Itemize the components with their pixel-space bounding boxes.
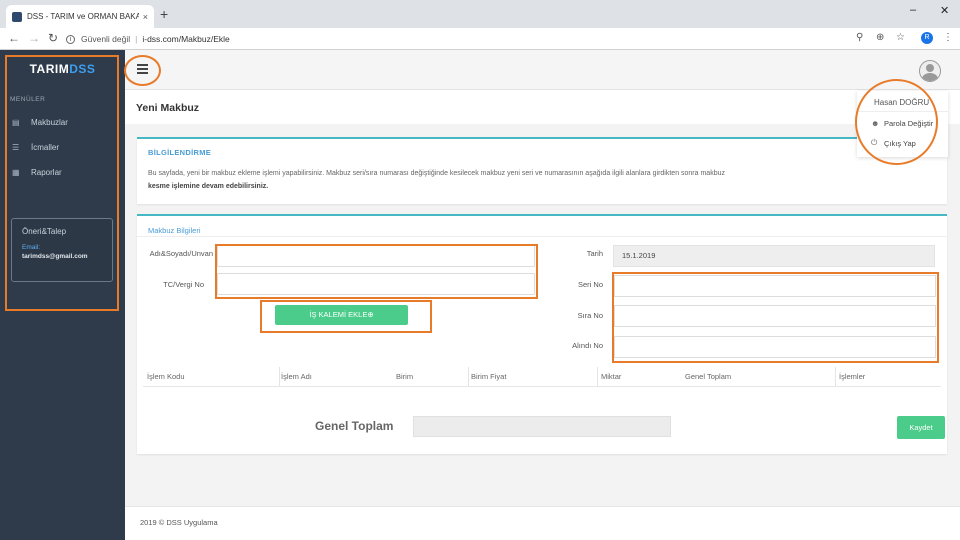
reload-icon[interactable]: ↻ [48, 31, 58, 45]
user-icon: ☻ [871, 119, 880, 128]
sidebar-item-raporlar[interactable]: ▦ Raporlar [12, 168, 62, 177]
order-field[interactable] [614, 305, 936, 327]
feedback-email-label: Email: [22, 244, 41, 251]
column-header[interactable]: İşlem Adı [281, 372, 312, 381]
browser-tab[interactable]: DSS - TARIM ve ORMAN BAKAN × [6, 5, 154, 28]
info-heading: BİLGİLENDİRME [148, 148, 212, 157]
receipt-icon: ▤ [12, 117, 20, 127]
column-header[interactable]: Genel Toplam [685, 372, 731, 381]
divider: | [135, 34, 138, 44]
column-header[interactable]: İşlemler [839, 372, 865, 381]
info-text-body: Bu sayfada, yeni bir makbuz ekleme işlem… [148, 170, 725, 177]
divider [597, 367, 598, 387]
column-header[interactable]: Birim Fiyat [471, 372, 506, 381]
column-header[interactable]: Birim [396, 372, 413, 381]
column-header[interactable]: Miktar [601, 372, 621, 381]
user-avatar-icon[interactable] [919, 60, 941, 82]
tab-close-icon[interactable]: × [143, 12, 148, 22]
sidebar-item-icmaller[interactable]: ☰ İcmaller [12, 143, 59, 152]
browser-toolbar: ← → ↻ i Güvenli değil | i-dss.com/Makbuz… [0, 28, 960, 50]
back-icon[interactable]: ← [8, 31, 20, 45]
brand-part1: TARIM [29, 62, 70, 76]
close-window-icon[interactable]: ✕ [940, 4, 949, 17]
divider [857, 111, 948, 112]
order-label: Sıra No [577, 311, 603, 320]
sidebar-item-makbuzlar[interactable]: ▤ Makbuzlar [12, 118, 68, 127]
info-text: Bu sayfada, yeni bir makbuz ekleme işlem… [148, 167, 808, 193]
serial-label: Seri No [577, 280, 603, 289]
brand-logo[interactable]: TARIMDSS [0, 62, 125, 76]
date-label: Tarih [586, 249, 603, 258]
list-icon: ☰ [12, 142, 20, 152]
user-name: Hasan DOĞRU [874, 98, 930, 107]
name-field[interactable] [217, 245, 535, 267]
date-field: 15.1.2019 [613, 245, 935, 267]
url-text: i-dss.com/Makbuz/Ekle [142, 34, 230, 44]
tax-no-label: TC/Vergi No [163, 280, 204, 289]
page-title: Yeni Makbuz [136, 102, 200, 114]
divider [835, 367, 836, 387]
divider [468, 367, 469, 387]
key-icon[interactable]: ⚲ [856, 32, 863, 43]
save-button[interactable]: Kaydet [897, 416, 945, 439]
serial-field[interactable] [614, 275, 936, 297]
divider [279, 367, 280, 387]
top-header [125, 50, 960, 90]
zoom-icon[interactable]: ⊕ [876, 32, 884, 43]
info-panel: BİLGİLENDİRME Bu sayfada, yeni bir makbu… [137, 137, 947, 204]
column-header[interactable]: İşlem Kodu [147, 372, 185, 381]
sidebar-item-label: Raporlar [31, 168, 62, 177]
name-label: Adı&Soyadı/Unvan [149, 249, 213, 258]
add-item-button[interactable]: İŞ KALEMİ EKLE⊕ [275, 305, 408, 325]
footer [125, 507, 960, 540]
form-heading: Makbuz Bilgileri [148, 226, 201, 235]
security-label: Güvenli değil [81, 34, 131, 44]
change-password-item[interactable]: ☻ Parola Değiştir [871, 119, 933, 128]
tab-title: DSS - TARIM ve ORMAN BAKAN [27, 12, 139, 21]
feedback-box: Öneri&Talep Email: tarimdss@gmail.com [11, 218, 113, 282]
profile-avatar[interactable]: R [921, 32, 933, 44]
received-label: Alındı No [572, 341, 603, 350]
address-bar[interactable]: i Güvenli değil | i-dss.com/Makbuz/Ekle [66, 31, 946, 47]
received-field[interactable] [614, 336, 936, 358]
minimize-icon[interactable]: – [910, 4, 916, 16]
feedback-email[interactable]: tarimdss@gmail.com [22, 253, 102, 260]
info-text-bold: kesme işlemine devam edebilirsiniz. [148, 183, 269, 190]
browser-tab-bar: DSS - TARIM ve ORMAN BAKAN × + – ✕ [0, 0, 960, 28]
info-icon[interactable]: i [66, 34, 75, 44]
divider [137, 236, 947, 237]
feedback-title: Öneri&Talep [22, 227, 67, 236]
new-tab-button[interactable]: + [160, 6, 168, 22]
menu-item-label: Çıkış Yap [884, 138, 916, 148]
menu-header: MENÜLER [10, 96, 46, 103]
items-table-header: İşlem Kodu İşlem Adı Birim Birim Fiyat M… [143, 367, 941, 387]
tax-no-field[interactable] [217, 273, 535, 295]
footer-text: 2019 © DSS Uygulama [140, 518, 218, 527]
menu-item-label: Parola Değiştir [884, 119, 934, 128]
total-label: Genel Toplam [315, 419, 394, 433]
logout-item[interactable]: ⏻ Çıkış Yap [871, 138, 916, 148]
bookmark-star-icon[interactable]: ☆ [896, 32, 905, 43]
forward-icon[interactable]: → [28, 31, 40, 45]
total-field [413, 416, 671, 437]
hamburger-menu-icon[interactable] [137, 64, 148, 74]
power-icon: ⏻ [871, 138, 878, 147]
menu-dots-icon[interactable]: ⋮ [943, 32, 953, 43]
sidebar-item-label: İcmaller [31, 143, 60, 152]
favicon-icon [12, 11, 22, 22]
sidebar-item-label: Makbuzlar [31, 118, 68, 127]
grid-icon: ▦ [12, 167, 20, 177]
brand-part2: DSS [69, 62, 96, 76]
